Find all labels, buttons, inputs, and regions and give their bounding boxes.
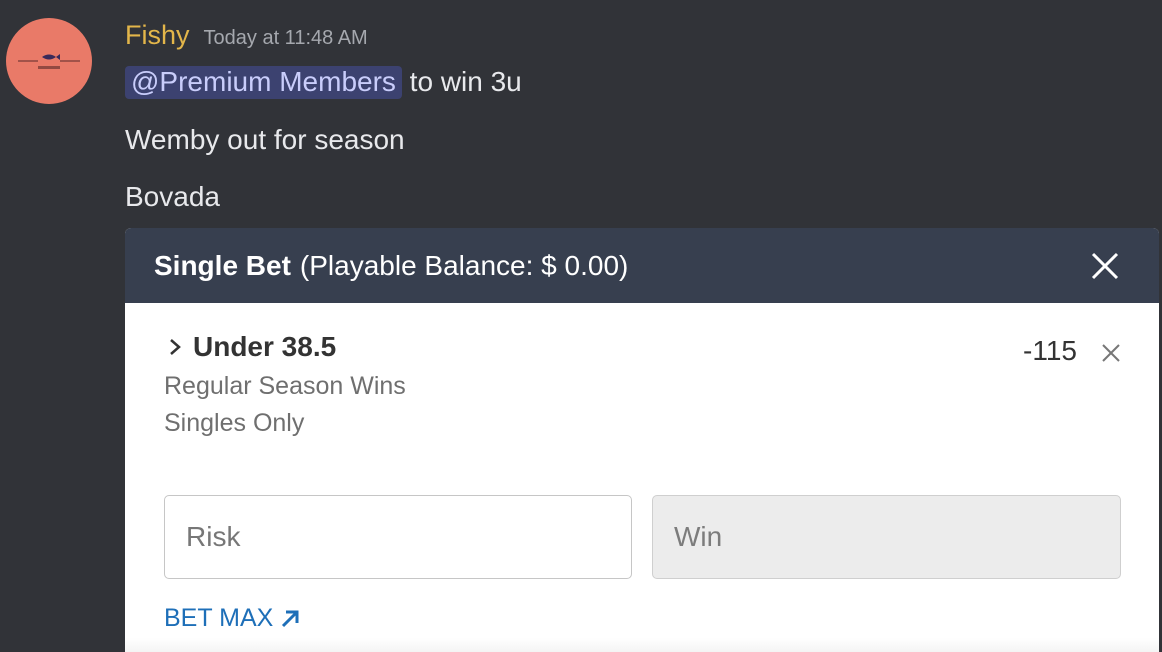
- selection-market: Regular Season Wins: [164, 372, 406, 400]
- bet-slip-header: Single Bet (Playable Balance: $ 0.00): [125, 228, 1159, 303]
- arrow-up-right-icon: [282, 610, 299, 627]
- timestamp: Today at 11:48 AM: [203, 27, 368, 49]
- risk-input[interactable]: [164, 495, 632, 579]
- bet-max-label: BET MAX: [164, 604, 274, 632]
- selection-odds: -115: [1023, 335, 1077, 366]
- bet-max-link[interactable]: BET MAX: [164, 604, 301, 633]
- message-line-3: Bovada: [125, 181, 220, 212]
- username[interactable]: Fishy: [125, 20, 190, 51]
- bet-slip-title: Single Bet: [154, 249, 291, 281]
- fish-logo-icon: [18, 54, 80, 69]
- divider: [125, 638, 1159, 652]
- message-line-1: @Premium Members to win 3u: [125, 66, 522, 99]
- message-text-1: to win 3u: [401, 66, 522, 97]
- bet-slip-image[interactable]: Single Bet (Playable Balance: $ 0.00) Un…: [125, 228, 1159, 652]
- chevron-right-icon: [170, 339, 181, 355]
- message-line-2: Wemby out for season: [125, 124, 405, 155]
- selection-label: Under 38.5: [193, 331, 337, 362]
- close-icon[interactable]: [1085, 246, 1125, 286]
- role-mention[interactable]: @Premium Members: [125, 66, 402, 99]
- message-header: Fishy Today at 11:48 AM: [125, 20, 368, 60]
- chat-message-view: Fishy Today at 11:48 AM @Premium Members…: [0, 0, 1162, 652]
- avatar[interactable]: [6, 18, 92, 104]
- close-icon[interactable]: [1099, 341, 1123, 365]
- selection-restriction: Singles Only: [164, 409, 305, 437]
- playable-balance: (Playable Balance: $ 0.00): [299, 249, 629, 281]
- win-input[interactable]: [652, 495, 1121, 579]
- selection-title[interactable]: Under 38.5: [164, 331, 336, 363]
